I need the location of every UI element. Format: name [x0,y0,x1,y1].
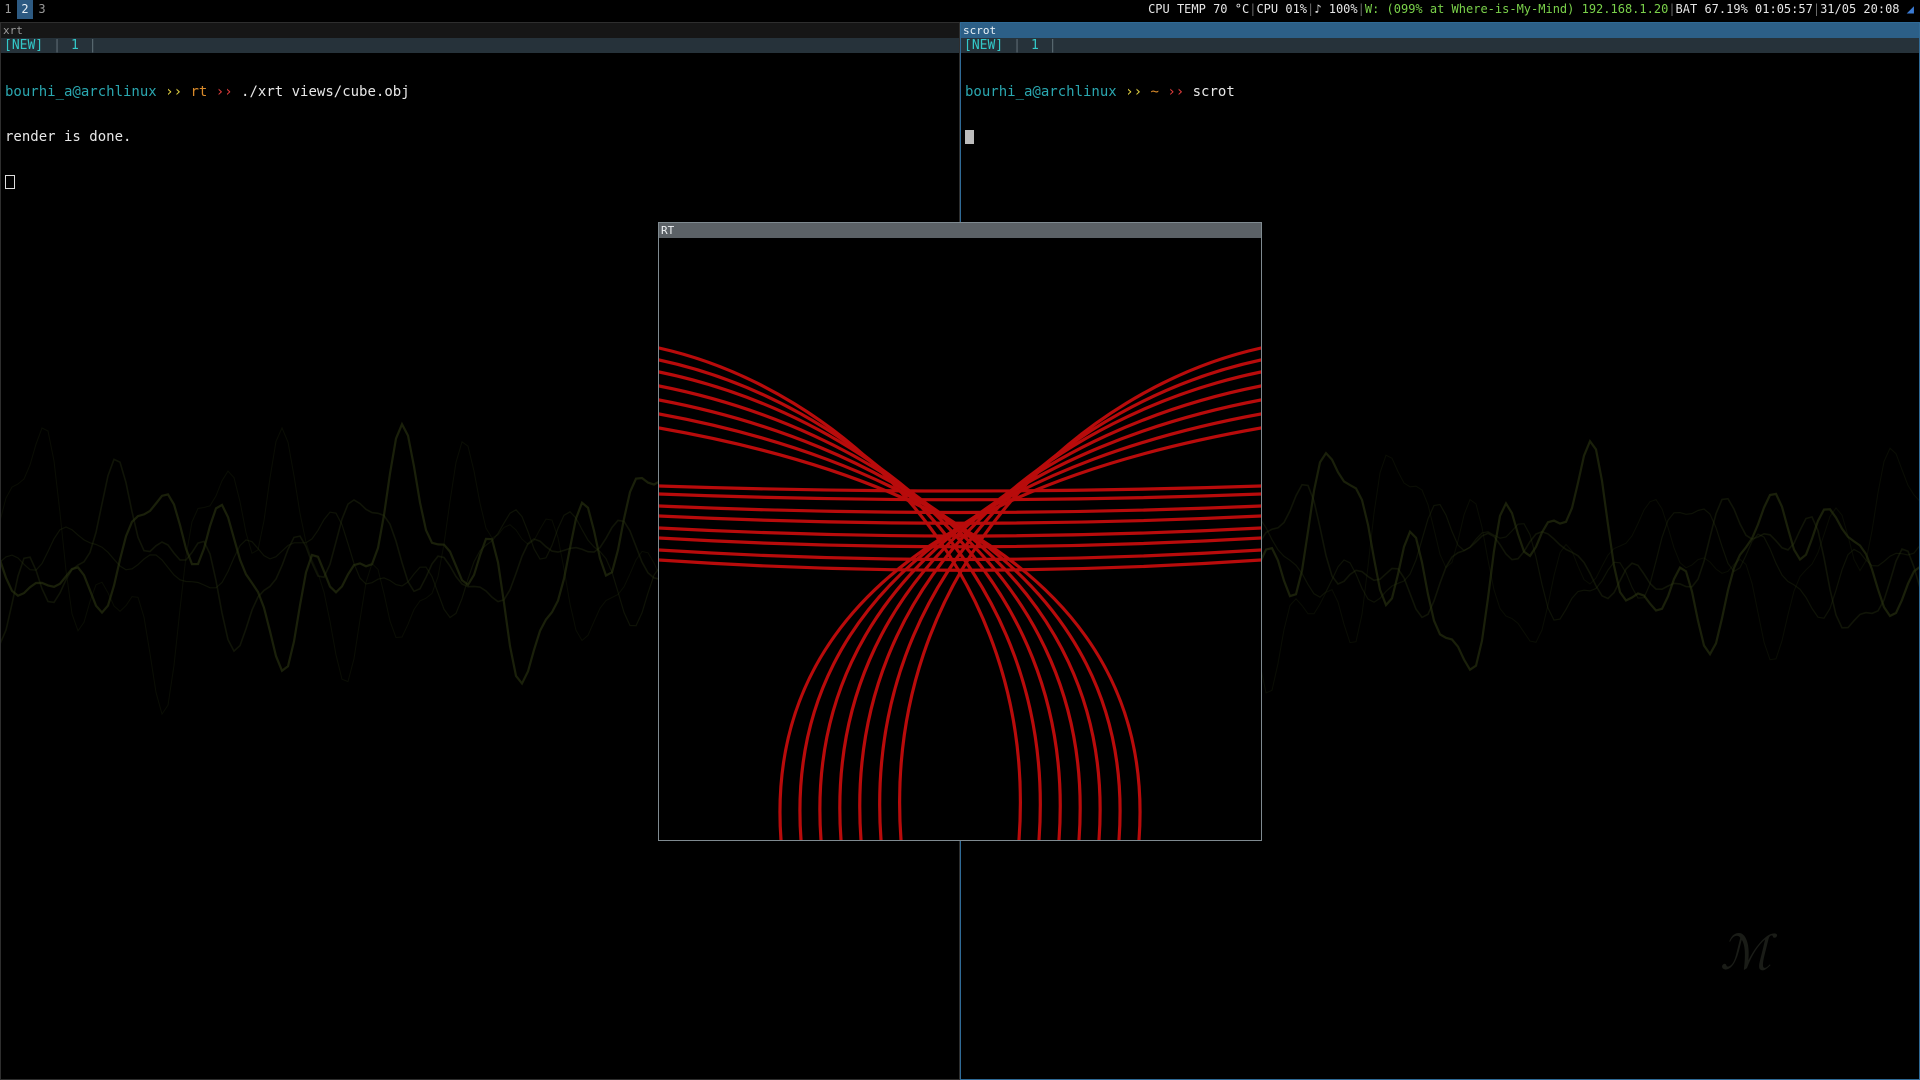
cpu-usage-readout: CPU 01% [1256,2,1308,16]
tab-separator: | [88,38,97,53]
status-separator: | [1307,2,1315,16]
terminal-cursor [5,175,15,189]
tray-indicator-icon: ◢ [1899,2,1914,16]
rt-render-canvas [659,346,1261,840]
window-title: scrot [961,23,1919,38]
render-curve [898,346,1261,840]
status-separator: | [1668,2,1676,16]
prompt-line: bourhi_a@archlinux ›› ~ ›› scrot [965,85,1915,100]
window-title: xrt [1,23,959,38]
prompt-line: bourhi_a@archlinux ›› rt ›› ./xrt views/… [5,85,955,100]
workspace-3-button[interactable]: 3 [34,0,50,19]
status-separator: | [1249,2,1257,16]
rt-window-titlebar[interactable]: RT [659,223,1261,238]
status-separator: | [1357,2,1365,16]
prompt-directory: rt [190,84,208,100]
tab-1[interactable]: 1 [1031,38,1039,53]
status-info: CPU TEMP 70 °C | CPU 01% | ♪ 100% | W: (… [1148,0,1914,19]
prompt-arrow: ›› [1167,84,1185,100]
tab-separator: | [53,38,61,53]
status-separator: | [1812,2,1821,16]
command-text: ./xrt views/cube.obj [241,84,410,100]
ip-address: 192.168.1.20 [1581,2,1669,16]
wifi-readout: W: (099% at Where-is-My-Mind) [1364,2,1575,16]
tab-new[interactable]: [NEW] [964,38,1003,53]
command-text: scrot [1192,84,1235,100]
workspace-2-button[interactable]: 2 [17,0,33,19]
status-bar: 1 2 3 CPU TEMP 70 °C | CPU 01% | ♪ 100% … [0,0,1920,19]
desktop: 1 2 3 CPU TEMP 70 °C | CPU 01% | ♪ 100% … [0,0,1920,1080]
render-curve [838,384,1261,840]
command-output: render is done. [5,129,132,145]
terminal-tab-bar: [NEW] | 1 | [961,38,1919,53]
render-curve [659,484,1261,493]
terminal-tab-bar: [NEW] | 1 | [1,38,959,53]
render-curve [659,492,1261,502]
render-curve [878,358,1261,840]
prompt-arrow: ›› [1125,84,1143,100]
tab-new[interactable]: [NEW] [4,38,43,53]
render-curve [659,346,1022,840]
render-curve [659,558,1261,572]
cpu-temp-readout: CPU TEMP 70 °C [1148,2,1250,16]
terminal-cursor [965,130,974,144]
render-curve [659,384,1082,840]
prompt-arrow: ›› [165,84,183,100]
terminal-output[interactable]: bourhi_a@archlinux ›› ~ ›› scrot [961,53,1919,178]
cursor-line [965,130,1915,146]
tab-separator: | [1013,38,1021,53]
battery-readout: BAT 67.19% 01:05:57 [1675,2,1813,16]
clock: 31/05 20:08 [1820,2,1900,16]
prompt-user: bourhi_a@archlinux [5,84,157,100]
wallpaper-signature: ℳ [1720,925,1772,981]
render-curve [659,514,1261,525]
tab-separator: | [1048,38,1057,53]
volume-readout: ♪ 100% [1314,2,1358,16]
prompt-directory: ~ [1150,84,1159,100]
render-curve [659,358,1042,840]
cursor-line [5,175,955,191]
rt-render-window[interactable]: RT [658,222,1262,841]
render-curve [659,504,1261,515]
terminal-output[interactable]: bourhi_a@archlinux ›› rt ›› ./xrt views/… [1,53,959,223]
prompt-arrow: ›› [215,84,233,100]
tab-1[interactable]: 1 [71,38,79,53]
workspace-1-button[interactable]: 1 [0,0,16,19]
prompt-user: bourhi_a@archlinux [965,84,1117,100]
